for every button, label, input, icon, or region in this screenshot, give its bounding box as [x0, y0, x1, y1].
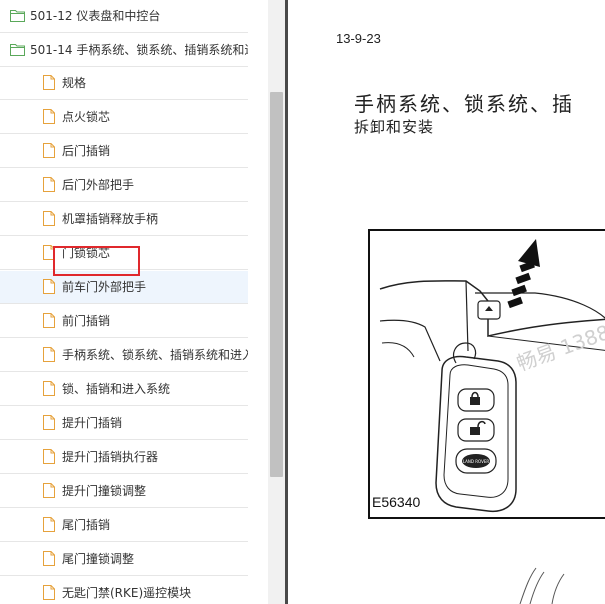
tree-doc-item[interactable]: 无匙门禁(RKE)遥控模块 [0, 577, 248, 604]
document-icon [43, 109, 55, 124]
document-icon [43, 483, 55, 498]
document-icon [43, 143, 55, 158]
up-arrow-icon [507, 239, 540, 309]
document-subtitle: 拆卸和安装 [354, 118, 435, 136]
key-badge-text: LAND ROVER [463, 459, 490, 464]
document-icon [43, 585, 55, 600]
document-icon [43, 551, 55, 566]
tree-item-label: 前车门外部把手 [62, 280, 147, 294]
tree-item-label: 无匙门禁(RKE)遥控模块 [62, 586, 192, 600]
tree-doc-item[interactable]: 手柄系统、锁系统、插销系统和进入 [0, 339, 248, 372]
tree-item-label: 后门外部把手 [62, 178, 135, 192]
tree-item-label: 机罩插销释放手柄 [62, 212, 159, 226]
navigation-tree: 501-12 仪表盘和中控台 501-14 手柄系统、锁系统、插销系统和进规格点火… [0, 0, 268, 604]
tree-item-label: 提升门插销执行器 [62, 450, 159, 464]
tree-item-label: 尾门插销 [62, 518, 111, 532]
tree-item-label: 锁、插销和进入系统 [62, 382, 171, 396]
tree-item-label: 提升门插销 [62, 416, 123, 430]
tree-item-label: 手柄系统、锁系统、插销系统和进入 [62, 348, 248, 362]
document-viewer: 13-9-23 手柄系统、锁系统、插 拆卸和安装 LAND ROVER 畅易 1… [288, 0, 605, 604]
tree-doc-item[interactable]: 规格 [0, 67, 248, 100]
tree-doc-item[interactable]: 锁、插销和进入系统 [0, 373, 248, 406]
tree-item-label: 尾门撞锁调整 [62, 552, 135, 566]
illustration-figure: LAND ROVER 畅易 1388.co CY201 E56340 [368, 229, 605, 519]
document-icon [43, 415, 55, 430]
tree-item-label: 前门插销 [62, 314, 111, 328]
tree-doc-item[interactable]: 尾门插销 [0, 509, 248, 542]
document-icon [43, 313, 55, 328]
document-title: 手柄系统、锁系统、插 [354, 92, 574, 116]
document-icon [43, 75, 55, 90]
document-icon [43, 517, 55, 532]
document-icon [43, 211, 55, 226]
tree-item-label: 501-14 手柄系统、锁系统、插销系统和进 [30, 43, 248, 57]
tree-doc-item[interactable]: 后门插销 [0, 135, 248, 168]
tree-doc-item[interactable]: 提升门插销执行器 [0, 441, 248, 474]
tree-doc-item[interactable]: 机罩插销释放手柄 [0, 203, 248, 236]
tree-doc-item[interactable]: 后门外部把手 [0, 169, 248, 202]
tree-scrollbar-thumb[interactable] [270, 92, 283, 477]
document-icon [43, 449, 55, 464]
tree-folder-item[interactable]: 501-14 手柄系统、锁系统、插销系统和进 [0, 34, 248, 67]
document-icon [43, 381, 55, 396]
folder-icon [10, 9, 25, 22]
folder-icon [10, 43, 25, 56]
page-date: 13-9-23 [336, 31, 381, 46]
tree-doc-item[interactable]: 点火锁芯 [0, 101, 248, 134]
tree-item-label: 提升门撞锁调整 [62, 484, 147, 498]
tree-folder-item[interactable]: 501-12 仪表盘和中控台 [0, 0, 248, 33]
selection-highlight-box [53, 246, 140, 276]
partial-illustration [519, 567, 565, 604]
tree-doc-item[interactable]: 提升门插销 [0, 407, 248, 440]
key-fob-illustration: LAND ROVER 畅易 1388.co CY201 [379, 239, 605, 513]
document-icon [43, 347, 55, 362]
tree-item-label: 点火锁芯 [62, 110, 111, 124]
tree-doc-item[interactable]: 尾门撞锁调整 [0, 543, 248, 576]
tree-doc-item[interactable]: 提升门撞锁调整 [0, 475, 248, 508]
tree-item-label: 后门插销 [62, 144, 111, 158]
tree-item-label: 规格 [62, 76, 87, 90]
document-icon [43, 177, 55, 192]
document-icon [43, 279, 55, 294]
tree-item-label: 501-12 仪表盘和中控台 [30, 9, 161, 23]
tree-doc-item[interactable]: 前门插销 [0, 305, 248, 338]
figure-id: E56340 [372, 494, 421, 510]
watermark: 畅易 1388.co CY201 [514, 286, 605, 376]
